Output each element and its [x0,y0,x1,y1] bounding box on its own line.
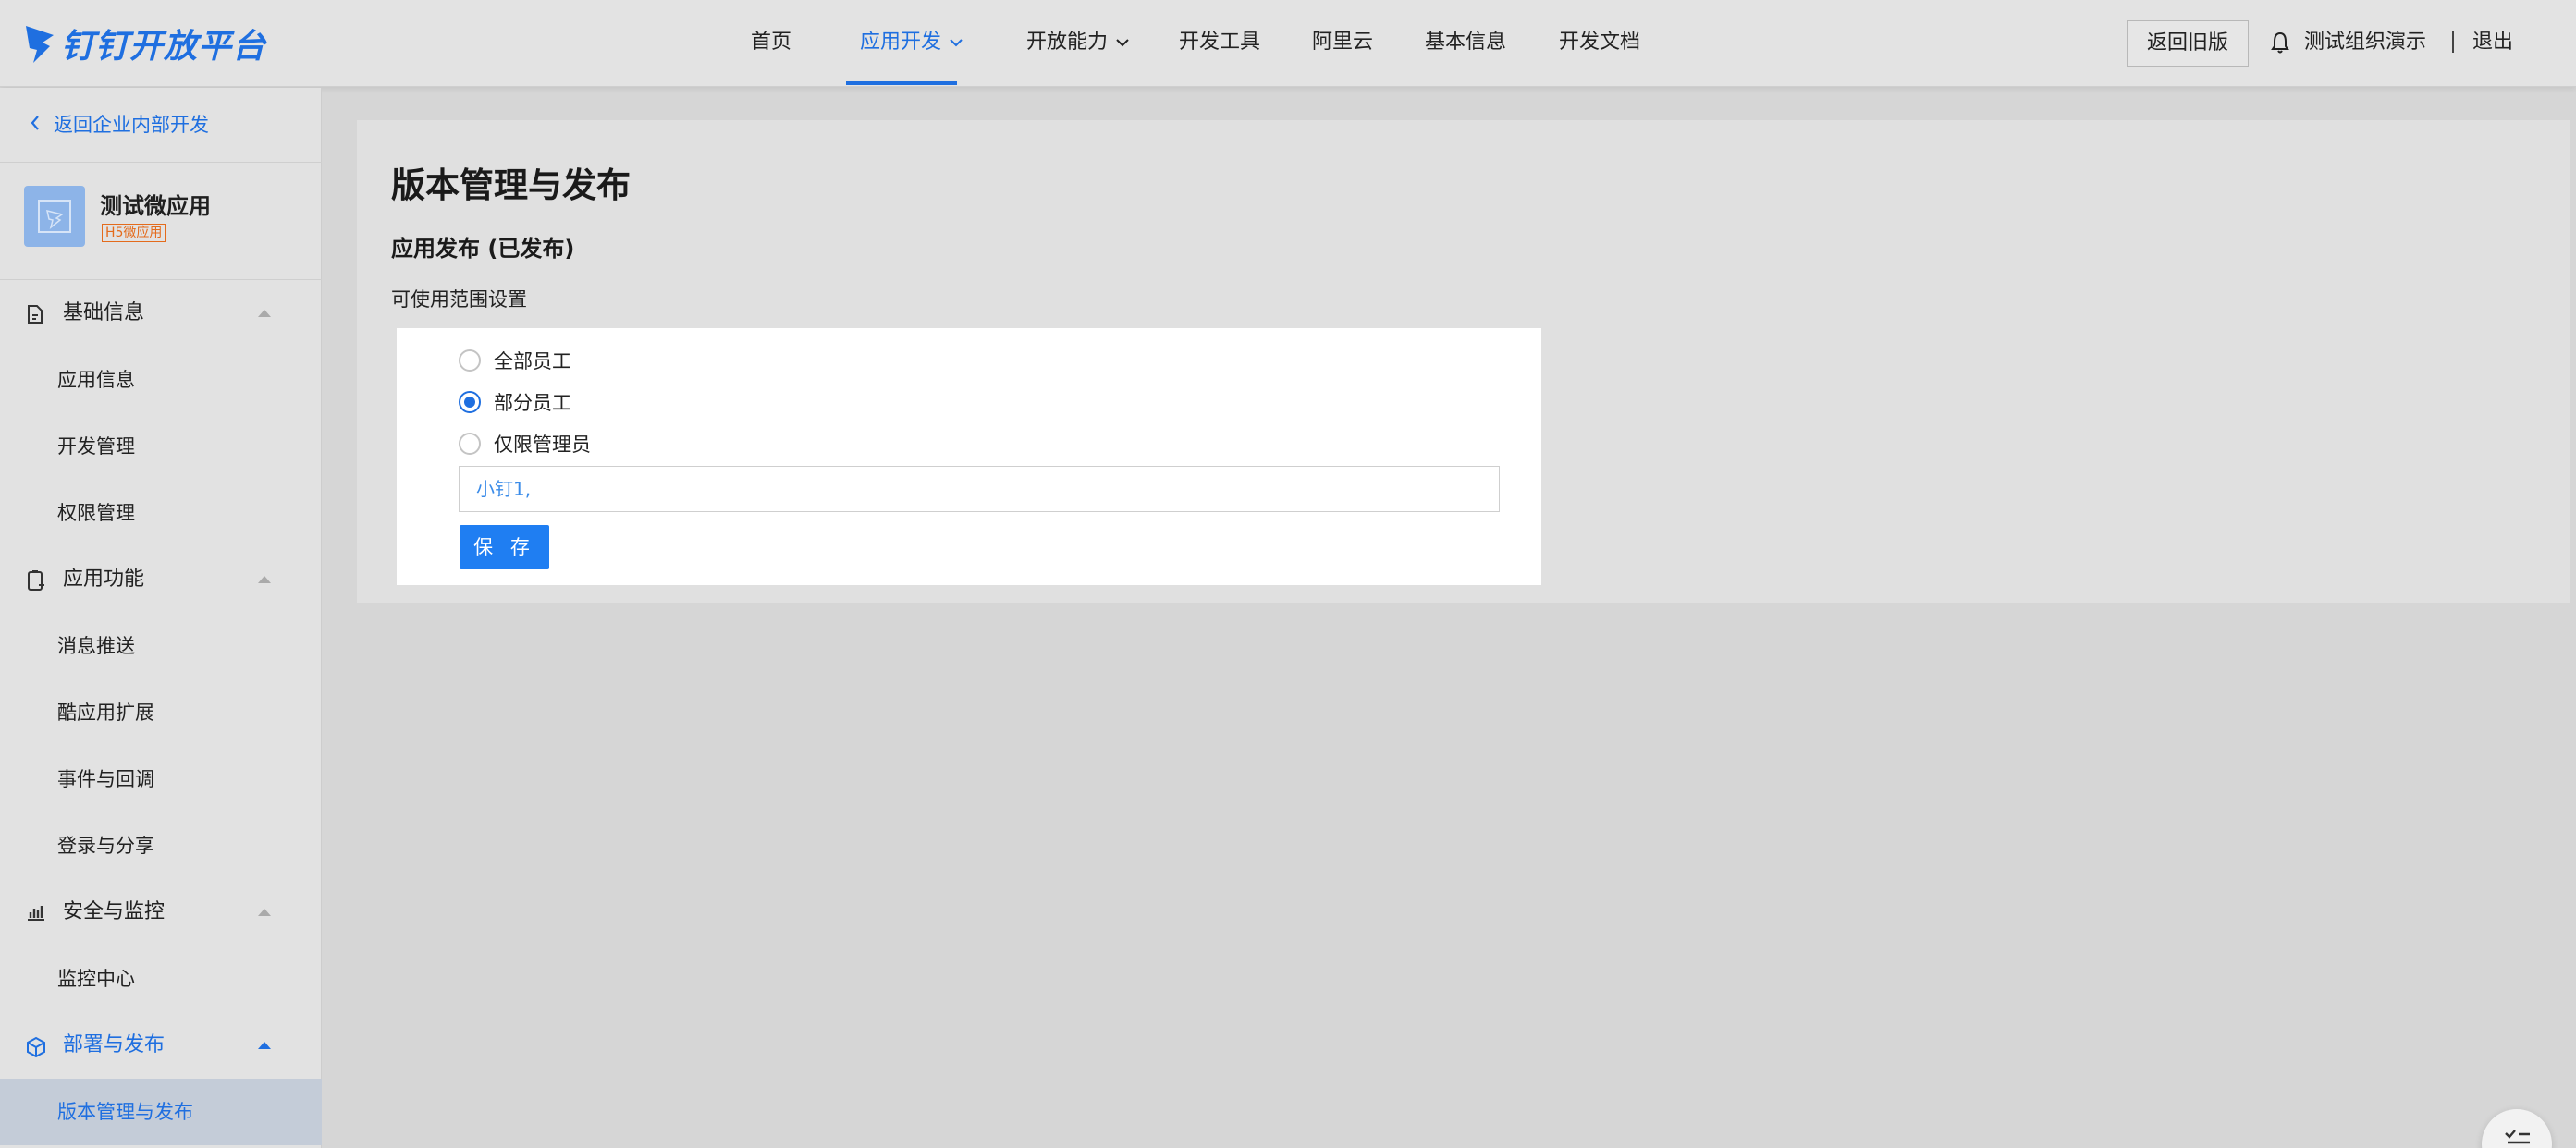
page-title: 版本管理与发布 [391,165,631,205]
radio-button[interactable] [459,391,481,413]
back-to-old-version-button[interactable]: 返回旧版 [2127,20,2249,67]
sidebar-group-label: 安全与监控 [63,900,166,923]
sidebar-item-app-info[interactable]: 应用信息 [0,347,322,413]
sidebar-item-version-release[interactable]: 版本管理与发布 [0,1079,322,1145]
active-tab-indicator [846,81,957,85]
sidebar-item-cool-app-extension[interactable]: 酷应用扩展 [0,679,322,746]
sidebar-group-app-functions[interactable]: 应用功能 [0,546,322,613]
bell-icon[interactable] [2270,31,2290,55]
sidebar-group-label: 部署与发布 [63,1033,166,1056]
chevron-down-icon [950,39,963,47]
radio-label: 部分员工 [494,392,571,414]
app-name: 测试微应用 [100,193,211,219]
sidebar-item-dev-management[interactable]: 开发管理 [0,413,322,480]
org-name[interactable]: 测试组织演示 [2304,0,2426,85]
radio-label: 全部员工 [494,350,571,372]
nav-dev-docs[interactable]: 开发文档 [1559,0,1640,87]
caret-up-icon [258,1042,271,1049]
app-placeholder-icon [38,200,71,233]
app-avatar [24,186,85,247]
caret-up-icon [258,909,271,916]
dingtalk-logo-icon [26,26,54,63]
nav-basic-info[interactable]: 基本信息 [1425,0,1506,87]
radio-label: 仅限管理员 [494,434,591,456]
logout-link[interactable]: 退出 [2472,0,2513,85]
sidebar-divider [0,162,322,163]
chevron-left-icon [31,116,39,130]
radio-button[interactable] [459,349,481,372]
sidebar-item-permission-management[interactable]: 权限管理 [0,480,322,546]
radio-admins-only[interactable]: 仅限管理员 [459,430,591,458]
caret-up-icon [258,576,271,583]
top-navigation-bar: 钉钉开放平台 首页 应用开发 开放能力 开发工具 阿里云 基本信息 开发文档 返… [0,0,2576,87]
cube-icon [27,1036,45,1058]
nav-app-dev[interactable]: 应用开发 [860,0,963,87]
brand-name: 钉钉开放平台 [61,28,267,66]
selected-members-field[interactable]: 小钉1, [459,466,1500,512]
radio-some-employees[interactable]: 部分员工 [459,388,571,416]
list-icon [2505,1130,2530,1144]
nav-home[interactable]: 首页 [751,0,791,87]
back-link-label: 返回企业内部开发 [54,114,209,136]
sidebar-group-security-monitoring[interactable]: 安全与监控 [0,879,322,946]
scope-setting-label: 可使用范围设置 [391,288,527,311]
nav-dev-tools[interactable]: 开发工具 [1179,0,1260,87]
sidebar-item-monitoring-center[interactable]: 监控中心 [0,946,322,1012]
dingtalk-logo[interactable]: 钉钉开放平台 [24,20,266,67]
nav-open-capability[interactable]: 开放能力 [1026,0,1130,87]
chart-icon [28,906,44,921]
document-icon [28,305,43,324]
sidebar-item-events-callbacks[interactable]: 事件与回调 [0,746,322,812]
sidebar-group-basic-info[interactable]: 基础信息 [0,280,322,347]
sidebar-group-label: 应用功能 [63,568,145,591]
radio-button[interactable] [459,433,481,455]
app-type-badge: H5微应用 [102,224,166,242]
save-button[interactable]: 保 存 [460,525,549,569]
sidebar: 返回企业内部开发 测试微应用 H5微应用 基础信息 应用信息 开发管理 权限管理… [0,88,322,1148]
back-link[interactable]: 返回企业内部开发 [30,88,209,162]
chevron-down-icon [1116,39,1129,47]
caret-up-icon [258,310,271,317]
radio-all-employees[interactable]: 全部员工 [459,347,571,374]
section-title: 应用发布 (已发布) [391,236,575,262]
sidebar-item-message-push[interactable]: 消息推送 [0,613,322,679]
sidebar-group-deploy-release[interactable]: 部署与发布 [0,1012,322,1079]
floating-menu-button[interactable] [2482,1109,2552,1148]
header-divider [2452,31,2454,53]
sidebar-item-login-share[interactable]: 登录与分享 [0,812,322,879]
app-function-icon [28,570,44,591]
sidebar-group-label: 基础信息 [63,301,145,324]
nav-aliyun[interactable]: 阿里云 [1312,0,1373,87]
